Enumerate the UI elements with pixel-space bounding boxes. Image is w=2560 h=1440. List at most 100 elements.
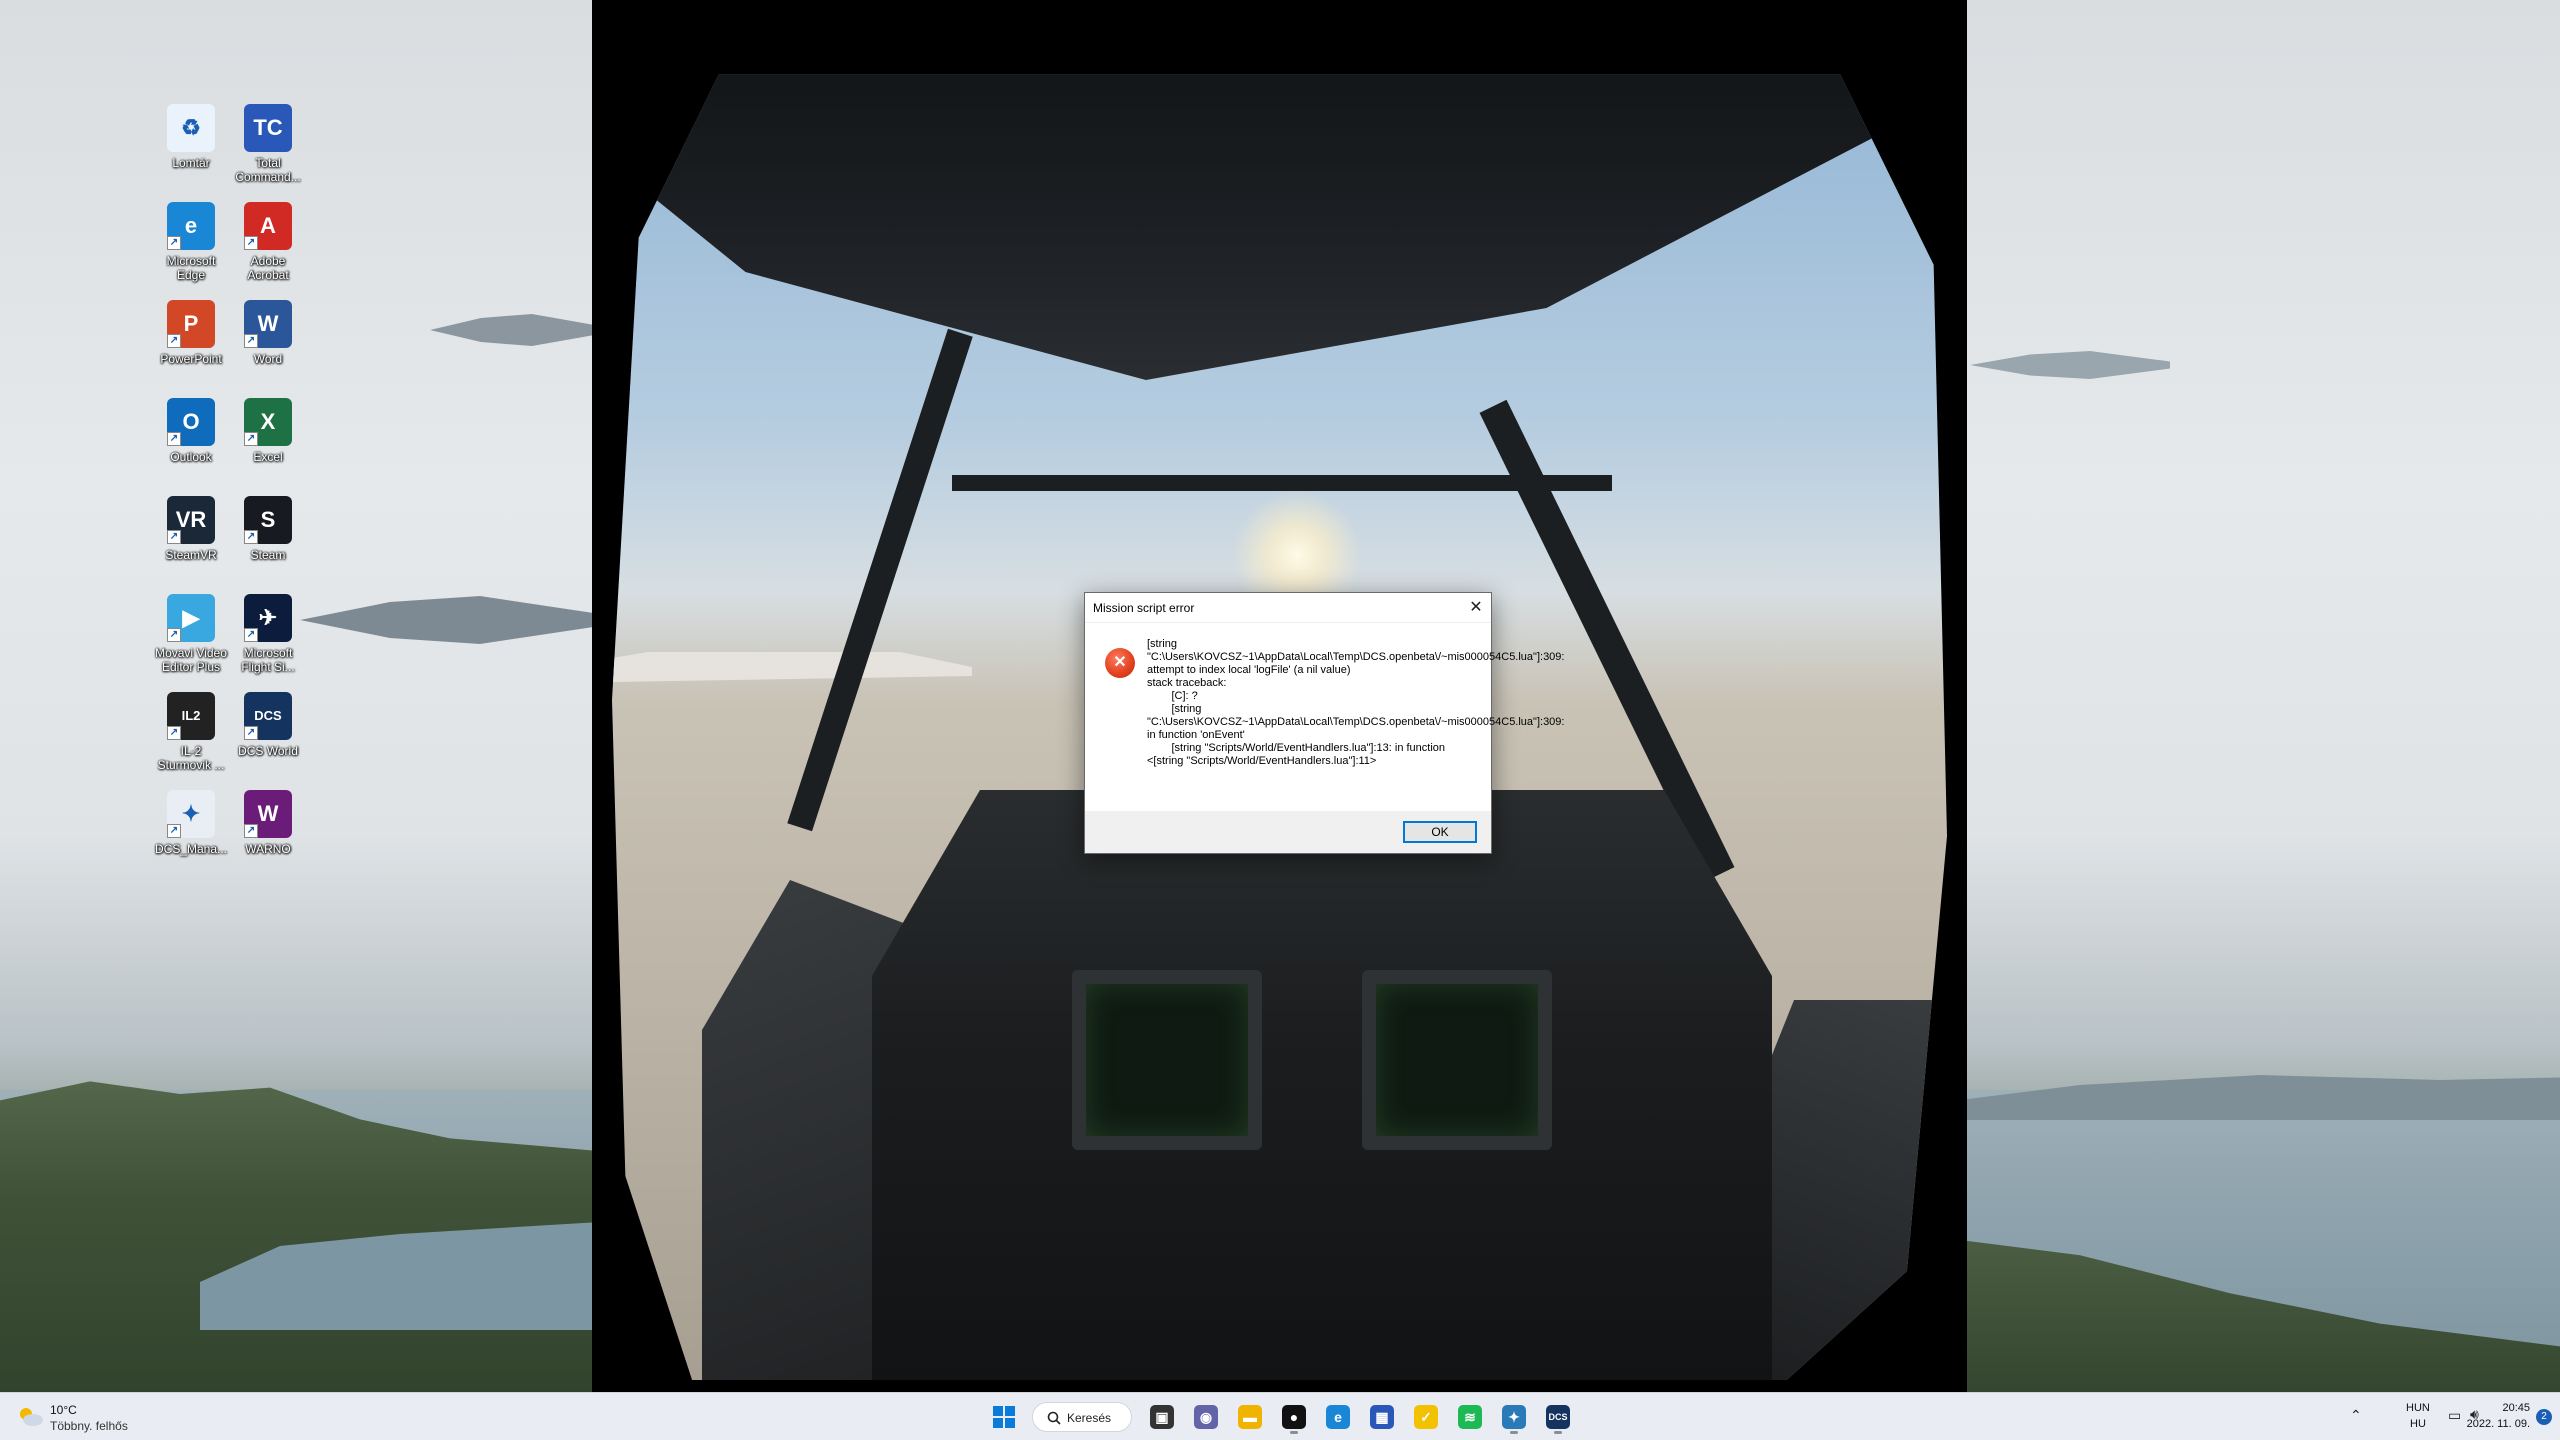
desktop-icon[interactable]: VR ↗ SteamVR [153, 496, 229, 588]
norton-taskbar-button[interactable]: ✓ [1408, 1399, 1444, 1435]
taskbar: 10°C Többny. felhős Keresés ▣ ◉ ▬ ● e ▦ ✓ ≋ ✦ DCS… [0, 1392, 2560, 1440]
chevron-up-icon[interactable]: ⌃ [2350, 1407, 2362, 1424]
dialog-body: ✕ [string "C:\Users\KOVCSZ~1\AppData\Loc… [1085, 624, 1565, 812]
taskbar-search-box[interactable]: Keresés [1032, 1402, 1132, 1432]
dialog-close-button[interactable]: ✕ [1461, 593, 1491, 622]
system-tray: ⌃ HUN HU ▭ 🔊︎ 20:45 2022. 11. 09. 2 [2320, 1393, 2560, 1440]
desktop-icon[interactable]: ✈ ↗ Microsoft Flight Si... [230, 594, 306, 686]
error-message: [string "C:\Users\KOVCSZ~1\AppData\Local… [1147, 638, 1565, 767]
search-label: Keresés [1067, 1411, 1112, 1425]
teams-chat-button[interactable]: ◉ [1188, 1399, 1224, 1435]
desktop-icon-label: IL-2 Sturmovik ... [157, 744, 225, 772]
dcs-world-taskbar-icon: DCS [1546, 1405, 1570, 1429]
desktop-icon[interactable]: A ↗ Adobe Acrobat [230, 202, 306, 294]
desktop-icon-label: SteamVR [165, 548, 217, 562]
input-layout[interactable]: HU [2410, 1418, 2426, 1430]
desktop-icon[interactable]: S ↗ Steam [230, 496, 306, 588]
desktop-icon-label: Outlook [170, 450, 212, 464]
dcs-world-taskbar-button[interactable]: DCS [1540, 1399, 1576, 1435]
network-icon[interactable]: ▭ [2448, 1407, 2461, 1424]
left-mfd-display [1072, 970, 1262, 1150]
desktop-icon[interactable]: e ↗ Microsoft Edge [153, 202, 229, 294]
shortcut-arrow-icon: ↗ [244, 824, 258, 838]
input-language[interactable]: HUN [2406, 1402, 2430, 1414]
shortcut-arrow-icon: ↗ [167, 334, 181, 348]
desktop-icon[interactable]: X ↗ Excel [230, 398, 306, 490]
shortcut-arrow-icon: ↗ [167, 824, 181, 838]
desktop-icon-label: Excel [253, 450, 283, 464]
flight-simulator-icon: ✈ ↗ [244, 594, 292, 642]
shortcut-arrow-icon: ↗ [244, 236, 258, 250]
warno-icon: W ↗ [244, 790, 292, 838]
desktop-icon[interactable]: P ↗ PowerPoint [153, 300, 229, 392]
il2-icon: IL2 ↗ [167, 692, 215, 740]
start-button[interactable] [986, 1399, 1022, 1435]
search-icon [1047, 1411, 1061, 1425]
excel-icon: X ↗ [244, 398, 292, 446]
desktop-icon-label: DCS World [238, 744, 298, 758]
tanker-aircraft [612, 652, 972, 682]
file-explorer-icon: ▬ [1238, 1405, 1262, 1429]
desktop-icon-label: DCS_Mana... [154, 842, 228, 856]
shortcut-arrow-icon: ↗ [244, 432, 258, 446]
spotify-taskbar-icon: ≋ [1458, 1405, 1482, 1429]
store-taskbar-button[interactable]: ▦ [1364, 1399, 1400, 1435]
clock-time[interactable]: 20:45 [2502, 1402, 2530, 1414]
desktop-icon[interactable]: W ↗ WARNO [230, 790, 306, 882]
edge-browser-icon: e ↗ [167, 202, 215, 250]
file-explorer-button[interactable]: ▬ [1232, 1399, 1268, 1435]
desktop-icon[interactable]: ▶ ↗ Movavi Video Editor Plus [153, 594, 229, 686]
shortcut-arrow-icon: ↗ [167, 530, 181, 544]
canopy-strut-top [952, 475, 1612, 491]
desktop-icon-label: WARNO [245, 842, 291, 856]
shortcut-arrow-icon: ↗ [244, 726, 258, 740]
desktop-icon[interactable]: ✦ ↗ DCS_Mana... [153, 790, 229, 882]
steamvr-icon: VR ↗ [167, 496, 215, 544]
media-app-icon: ● [1282, 1405, 1306, 1429]
media-app-button[interactable]: ● [1276, 1399, 1312, 1435]
task-view-icon: ▣ [1150, 1405, 1174, 1429]
desktop-icon[interactable]: DCS ↗ DCS World [230, 692, 306, 784]
dialog-titlebar[interactable]: Mission script error ✕ [1085, 593, 1491, 623]
error-icon: ✕ [1105, 648, 1135, 678]
shortcut-arrow-icon: ↗ [167, 726, 181, 740]
dcs-manager-taskbar-icon: ✦ [1502, 1405, 1526, 1429]
notification-badge[interactable]: 2 [2536, 1409, 2552, 1425]
steam-icon: S ↗ [244, 496, 292, 544]
spotify-taskbar-button[interactable]: ≋ [1452, 1399, 1488, 1435]
edge-taskbar-button[interactable]: e [1320, 1399, 1356, 1435]
dcs-manager-taskbar-button[interactable]: ✦ [1496, 1399, 1532, 1435]
dialog-footer: OK [1085, 811, 1491, 853]
desktop-icon[interactable]: IL2 ↗ IL-2 Sturmovik ... [153, 692, 229, 784]
dialog-title: Mission script error [1093, 601, 1195, 615]
canopy-strut-left [787, 328, 973, 832]
video-editor-icon: ▶ ↗ [167, 594, 215, 642]
desktop-icon-label: Steam [250, 548, 286, 562]
desktop-icon-label: Lomtár [172, 156, 210, 170]
store-taskbar-icon: ▦ [1370, 1405, 1394, 1429]
canopy-frame [612, 74, 1947, 380]
desktop-icon[interactable]: W ↗ Word [230, 300, 306, 392]
instrument-panel [872, 790, 1772, 1380]
dcs-world-icon: DCS ↗ [244, 692, 292, 740]
partly-cloudy-icon [20, 1408, 43, 1426]
desktop-icon-label: Microsoft Edge [166, 254, 216, 282]
mission-script-error-dialog: Mission script error ✕ ✕ [string "C:\Use… [1084, 592, 1565, 854]
task-view-button[interactable]: ▣ [1144, 1399, 1180, 1435]
desktop-icon[interactable]: TC Total Command... [230, 104, 306, 196]
desktop-icon[interactable]: ♻ Lomtár [153, 104, 229, 196]
clock-date[interactable]: 2022. 11. 09. [2467, 1418, 2530, 1430]
norton-taskbar-icon: ✓ [1414, 1405, 1438, 1429]
right-mfd-display [1362, 970, 1552, 1150]
desktop-icon-label: Movavi Video Editor Plus [155, 646, 227, 674]
wallpaper-jet-right [1970, 351, 2170, 379]
ok-button[interactable]: OK [1403, 821, 1477, 843]
desktop-icon-label: Total Command... [235, 156, 301, 184]
shortcut-arrow-icon: ↗ [244, 334, 258, 348]
desktop-icon[interactable]: O ↗ Outlook [153, 398, 229, 490]
desktop-icon-label: Microsoft Flight Si... [241, 646, 295, 674]
desktop-icon-label: Word [253, 352, 283, 366]
powerpoint-icon: P ↗ [167, 300, 215, 348]
shortcut-arrow-icon: ↗ [167, 628, 181, 642]
shortcut-arrow-icon: ↗ [167, 236, 181, 250]
